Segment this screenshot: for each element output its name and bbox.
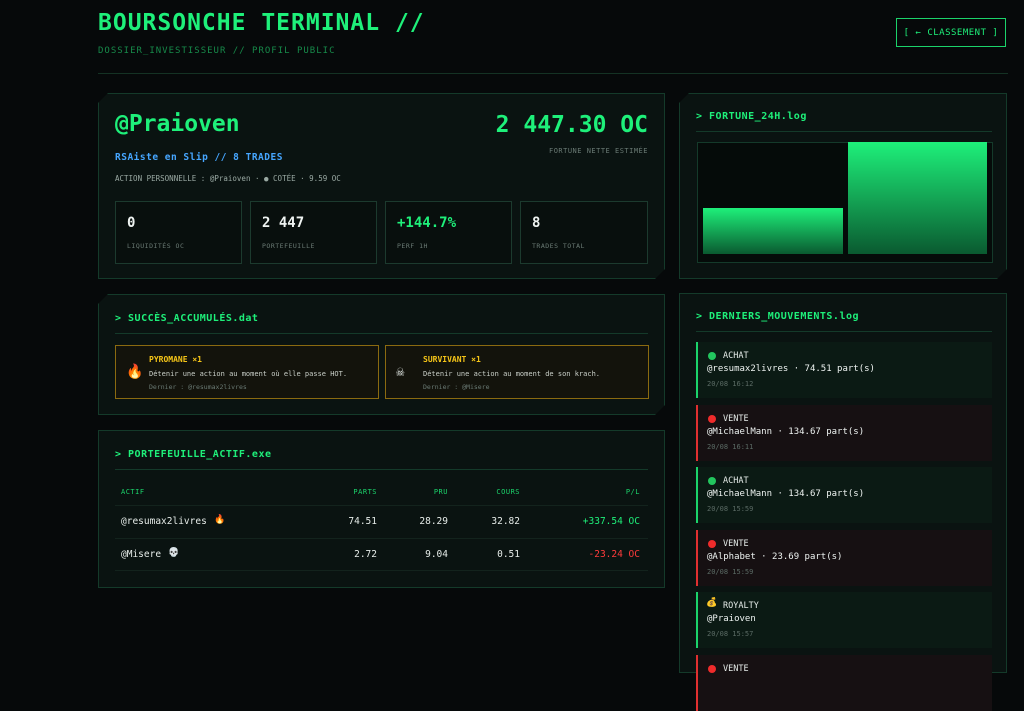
- profile-panel: @Praioven RSAiste en Slip // 8 TRADES AC…: [98, 93, 665, 279]
- skull-icon: 💀: [168, 548, 180, 558]
- movement-item[interactable]: ACHAT @MichaelMann · 134.67 part(s) 20/0…: [696, 467, 992, 523]
- parts-cell: 2.72: [354, 549, 377, 560]
- pru-cell: 28.29: [419, 516, 448, 527]
- movements-title: > DERNIERS_MOUVEMENTS.log: [696, 311, 860, 322]
- fortune-bar: [703, 208, 843, 254]
- sell-status-dot: [708, 665, 716, 673]
- column-header-pru: PRU: [433, 488, 448, 496]
- achievements-panel: > SUCCÈS_ACCUMULÉS.dat 🔥 PYROMANE ×1 Dét…: [98, 294, 665, 415]
- movement-detail: @MichaelMann · 134.67 part(s): [707, 427, 865, 437]
- row-divider: [115, 570, 648, 571]
- movement-detail: @resumax2livres · 74.51 part(s): [707, 364, 875, 374]
- stat-value: 0: [127, 215, 136, 231]
- stat-trades: 8 TRADES TOTAL: [520, 201, 648, 264]
- panel-divider: [696, 331, 992, 332]
- parts-cell: 74.51: [348, 516, 377, 527]
- stat-label: LIQUIDITÉS OC: [127, 242, 185, 250]
- portfolio-panel: > PORTEFEUILLE_ACTIF.exe ACTIF PARTS PRU…: [98, 430, 665, 588]
- panel-divider: [115, 333, 648, 334]
- fire-icon: 🔥: [126, 364, 144, 380]
- portfolio-title: > PORTEFEUILLE_ACTIF.exe: [115, 449, 272, 460]
- stat-value: 8: [532, 215, 541, 231]
- stat-portfolio: 2 447 PORTEFEUILLE: [250, 201, 377, 264]
- sell-status-dot: [708, 540, 716, 548]
- movement-item[interactable]: VENTE: [696, 655, 992, 711]
- fire-icon: 🔥: [214, 515, 226, 525]
- movement-detail: @Praioven: [707, 614, 756, 624]
- movement-time: 20/08 16:12: [707, 380, 754, 388]
- movement-time: 20/08 16:11: [707, 443, 754, 451]
- column-header-parts: PARTS: [353, 488, 377, 496]
- achievement-description: Détenir une action au moment où elle pas…: [149, 370, 348, 378]
- movement-item[interactable]: 💰 ROYALTY @Praioven 20/08 15:57: [696, 592, 992, 648]
- profile-handle: @Praioven: [115, 111, 240, 137]
- movement-type: ACHAT: [723, 476, 749, 486]
- fortune-chart-panel: > FORTUNE_24H.log: [679, 93, 1007, 279]
- panel-divider: [115, 469, 648, 470]
- fortune-bar: [848, 142, 988, 254]
- money-bag-icon: 💰: [706, 598, 718, 608]
- movement-item[interactable]: VENTE @MichaelMann · 134.67 part(s) 20/0…: [696, 405, 992, 461]
- movement-type: ROYALTY: [723, 601, 759, 611]
- achievement-card: 🔥 PYROMANE ×1 Détenir une action au mome…: [115, 345, 379, 399]
- page-title: BOURSONCHE TERMINAL //: [98, 10, 425, 36]
- ranking-button[interactable]: [ ← CLASSEMENT ]: [896, 18, 1006, 47]
- stat-label: TRADES TOTAL: [532, 242, 585, 250]
- pl-cell: -23.24 OC: [588, 549, 640, 560]
- achievements-title: > SUCCÈS_ACCUMULÉS.dat: [115, 313, 259, 324]
- column-header-cours: COURS: [496, 488, 520, 496]
- stat-value: 2 447: [262, 215, 305, 231]
- achievement-name: SURVIVANT ×1: [423, 355, 481, 364]
- asset-name: @resumax2livres: [121, 516, 207, 527]
- movement-detail: @MichaelMann · 134.67 part(s): [707, 489, 865, 499]
- asset-name: @Misere: [121, 549, 162, 560]
- skull-crossbones-icon: ☠: [396, 364, 405, 380]
- movement-type: VENTE: [723, 539, 749, 549]
- pl-cell: +337.54 OC: [582, 516, 640, 527]
- buy-status-dot: [708, 352, 716, 360]
- price-cell: 32.82: [491, 516, 520, 527]
- sell-status-dot: [708, 415, 716, 423]
- table-row[interactable]: @resumax2livres 🔥 74.51 28.29 32.82 +337…: [115, 506, 648, 538]
- movement-type: VENTE: [723, 414, 749, 424]
- movement-item[interactable]: VENTE @Alphabet · 23.69 part(s) 20/08 15…: [696, 530, 992, 586]
- stat-label: PERF 1H: [397, 242, 428, 250]
- personal-action-line: ACTION PERSONNELLE : @Praioven · ● COTÉE…: [115, 174, 341, 183]
- achievement-card: ☠ SURVIVANT ×1 Détenir une action au mom…: [385, 345, 649, 399]
- page-subtitle: DOSSIER_INVESTISSEUR // PROFIL PUBLIC: [98, 46, 336, 56]
- net-fortune-label: FORTUNE NETTE ESTIMÉE: [548, 147, 648, 155]
- buy-status-dot: [708, 477, 716, 485]
- table-row[interactable]: @Misere 💀 2.72 9.04 0.51 -23.24 OC: [115, 539, 648, 570]
- achievement-last: Dernier : @Misere: [423, 383, 490, 391]
- pru-cell: 9.04: [425, 549, 448, 560]
- achievement-last: Dernier : @resumax2livres: [149, 383, 247, 391]
- stat-perf: +144.7% PERF 1H: [385, 201, 512, 264]
- movement-time: 20/08 15:59: [707, 505, 754, 513]
- fortune-chart: [697, 142, 993, 263]
- column-header-asset: ACTIF: [121, 488, 145, 496]
- achievement-name: PYROMANE ×1: [149, 355, 202, 364]
- column-header-pl: P/L: [625, 488, 640, 496]
- price-cell: 0.51: [497, 549, 520, 560]
- movement-time: 20/08 15:57: [707, 630, 754, 638]
- movements-panel: > DERNIERS_MOUVEMENTS.log ACHAT @resumax…: [679, 293, 1007, 711]
- movement-item[interactable]: ACHAT @resumax2livres · 74.51 part(s) 20…: [696, 342, 992, 398]
- movement-detail: @Alphabet · 23.69 part(s): [707, 552, 843, 562]
- stat-label: PORTEFEUILLE: [262, 242, 315, 250]
- movement-type: ACHAT: [723, 351, 749, 361]
- stat-value: +144.7%: [397, 215, 457, 231]
- header-divider: [98, 73, 1008, 74]
- achievement-description: Détenir une action au moment de son krac…: [423, 370, 601, 378]
- net-fortune-value: 2 447.30 OC: [495, 112, 648, 138]
- panel-divider: [696, 131, 992, 132]
- movement-time: 20/08 15:59: [707, 568, 754, 576]
- fortune-chart-title: > FORTUNE_24H.log: [696, 111, 807, 122]
- profile-tagline: RSAiste en Slip // 8 TRADES: [115, 152, 283, 163]
- stat-cash: 0 LIQUIDITÉS OC: [115, 201, 242, 264]
